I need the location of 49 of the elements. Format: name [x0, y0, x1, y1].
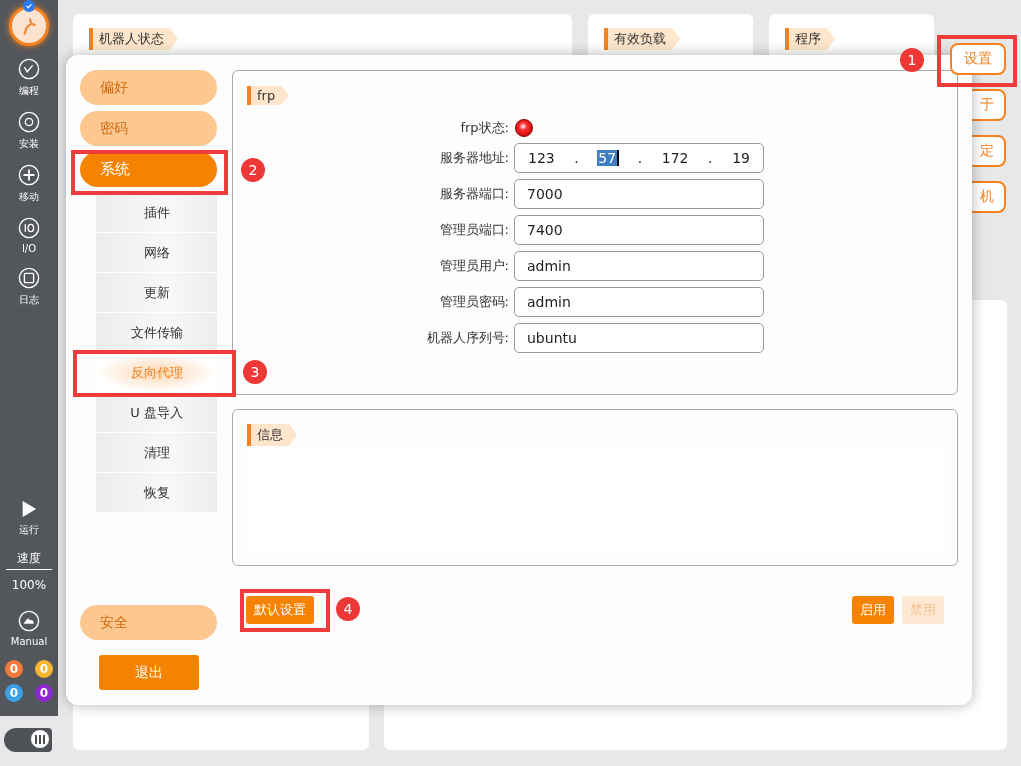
field-label: 机器人序列号: — [425, 329, 509, 347]
subnav-item[interactable]: 插件 — [96, 193, 217, 233]
card-title: 有效负载 — [604, 28, 680, 50]
subnav-item[interactable]: 恢复 — [96, 473, 217, 513]
group-title: 信息 — [247, 424, 297, 446]
robot-arm-logo-icon[interactable] — [9, 6, 49, 46]
input-field[interactable]: ubuntu — [514, 323, 764, 353]
subnav-item[interactable]: 清理 — [96, 433, 217, 473]
input-field[interactable]: admin — [514, 287, 764, 317]
mode-label: Manual — [10, 636, 48, 647]
field-label: 管理员密码: — [438, 293, 509, 311]
ip-separator: . — [574, 150, 579, 166]
input-field[interactable]: 7000 — [514, 179, 764, 209]
counter-badge: 0 — [5, 660, 23, 678]
sidebar-label: 编程 — [19, 84, 39, 98]
subnav-item[interactable]: 网络 — [96, 233, 217, 273]
subnav-item[interactable]: 更新 — [96, 273, 217, 313]
ip-separator: . — [708, 150, 713, 166]
card-title: 程序 — [785, 28, 835, 50]
ip-octet[interactable]: 172 — [660, 150, 690, 166]
speed-value: 100% — [11, 578, 47, 592]
sidebar-label: 日志 — [19, 293, 39, 307]
ip-separator: . — [637, 150, 643, 166]
ip-address-field[interactable]: 123 . 57 . 172 . 19 — [514, 143, 764, 173]
input-field[interactable]: 7400 — [514, 215, 764, 245]
group-title: frp — [247, 86, 290, 105]
input-field[interactable]: admin — [514, 251, 764, 281]
card-title: 机器人状态 — [89, 28, 178, 50]
field-label: frp状态: — [459, 119, 509, 137]
speed-label: 速度 — [6, 550, 52, 570]
subnav-item[interactable]: U 盘导入 — [96, 393, 217, 433]
ip-octet[interactable]: 57 — [597, 150, 620, 166]
ip-octet[interactable]: 19 — [731, 150, 751, 166]
field-label: 服务器端口: — [438, 185, 509, 203]
toggle-switch[interactable] — [4, 728, 52, 752]
counter-badge: 0 — [35, 684, 53, 702]
play-icon[interactable] — [20, 499, 38, 519]
subnav-item[interactable]: 文件传输 — [96, 313, 217, 353]
sidebar-label: 移动 — [19, 190, 39, 204]
ip-octet[interactable]: 123 — [527, 150, 556, 166]
field-label: 服务器地址: — [438, 149, 509, 167]
run-label: 运行 — [19, 523, 39, 537]
counter-badge: 0 — [35, 660, 53, 678]
io-icon[interactable] — [18, 217, 40, 239]
sidebar-label: I/O — [21, 243, 37, 254]
field-label: 管理员用户: — [438, 257, 509, 275]
counter-badge: 0 — [5, 684, 23, 702]
field-label: 管理员端口: — [438, 221, 509, 239]
sidebar-label: 安装 — [19, 137, 39, 151]
